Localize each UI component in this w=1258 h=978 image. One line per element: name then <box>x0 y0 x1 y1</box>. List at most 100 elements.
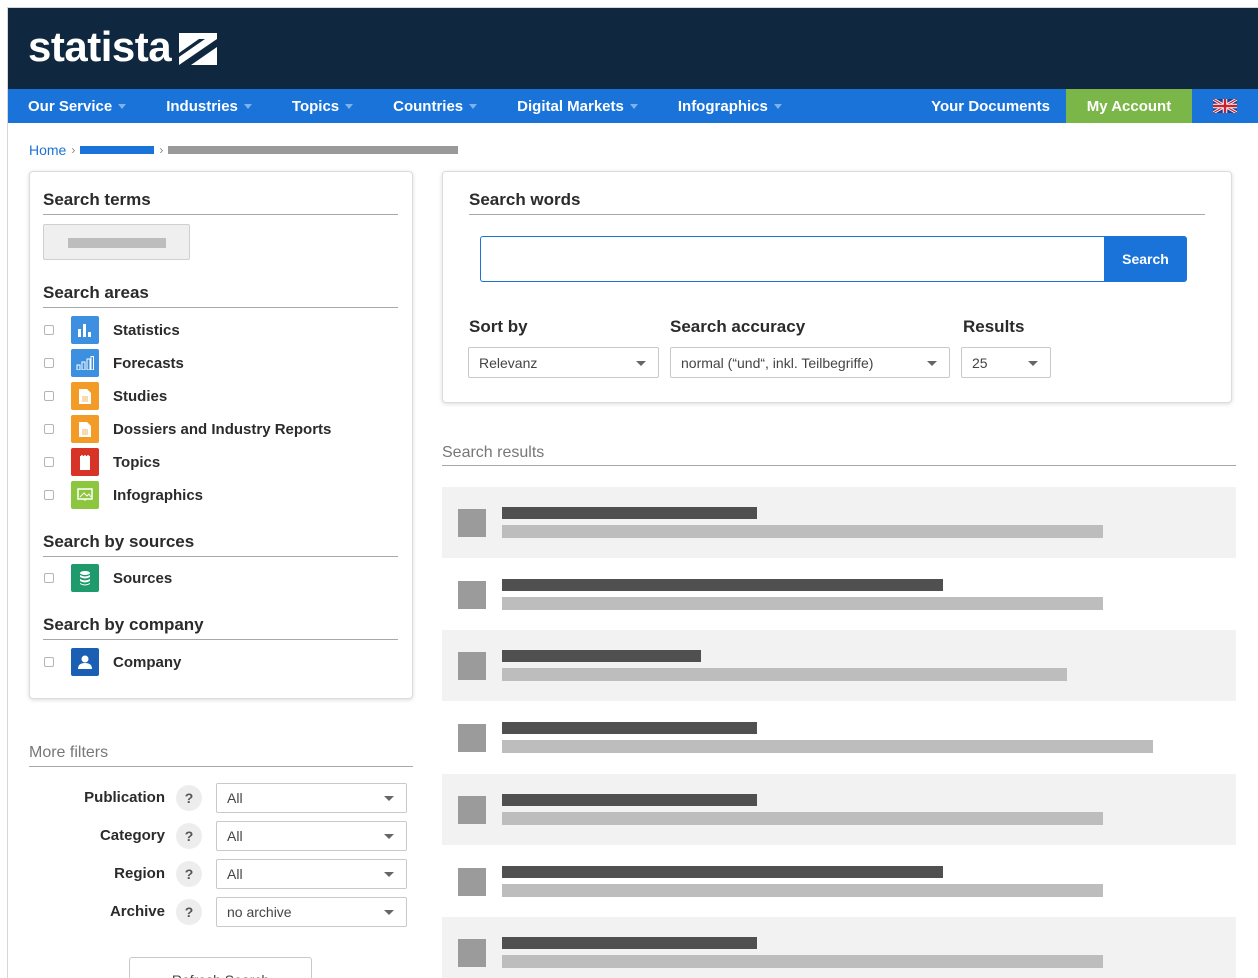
nav-right: Your Documents My Account <box>915 89 1258 123</box>
result-item[interactable] <box>442 702 1236 773</box>
checkbox[interactable] <box>44 424 54 434</box>
search-panel: Search words Search Sort by Search accur… <box>442 171 1232 403</box>
document-icon <box>71 382 99 410</box>
caret-down-icon <box>243 103 252 109</box>
breadcrumb-item[interactable] <box>80 146 155 154</box>
statista-logo[interactable]: statista <box>28 23 218 70</box>
result-title-placeholder[interactable] <box>502 579 943 591</box>
category-select[interactable]: All <box>216 821 407 851</box>
caret-down-icon <box>469 103 478 109</box>
publication-select[interactable]: All <box>216 783 407 813</box>
area-company[interactable]: Company <box>44 648 181 676</box>
your-documents-link[interactable]: Your Documents <box>915 89 1066 123</box>
sort-by-select[interactable]: Relevanz <box>468 347 659 378</box>
breadcrumb-separator: › <box>71 143 76 157</box>
nav-label: Industries <box>166 97 238 115</box>
image-icon <box>71 481 99 509</box>
nav-countries[interactable]: Countries <box>373 89 497 123</box>
result-title-placeholder[interactable] <box>502 650 701 662</box>
nav-topics[interactable]: Topics <box>272 89 373 123</box>
search-term-tag[interactable] <box>43 224 190 260</box>
checkbox[interactable] <box>44 325 54 335</box>
nav-industries[interactable]: Industries <box>146 89 272 123</box>
search-by-sources-title: Search by sources <box>43 532 398 557</box>
breadcrumb-current <box>168 146 459 154</box>
dropdown-arrow-icon <box>636 360 646 366</box>
forecast-chart-icon <box>71 349 99 377</box>
checkbox[interactable] <box>44 490 54 500</box>
nav-label: Countries <box>393 97 464 115</box>
dropdown-arrow-icon <box>927 360 937 366</box>
result-thumbnail <box>458 581 486 609</box>
result-title-placeholder[interactable] <box>502 937 757 949</box>
area-infographics[interactable]: Infographics <box>44 481 203 509</box>
result-item[interactable] <box>442 917 1236 978</box>
area-sources[interactable]: Sources <box>44 564 172 592</box>
results-count-select[interactable]: 25 <box>961 347 1051 378</box>
caret-down-icon <box>345 103 354 109</box>
result-item[interactable] <box>442 487 1236 558</box>
checkbox[interactable] <box>44 657 54 667</box>
select-value: no archive <box>227 904 292 920</box>
area-forecasts[interactable]: Forecasts <box>44 349 184 377</box>
search-accuracy-select[interactable]: normal (“und“, inkl. Teilbegriffe) <box>670 347 950 378</box>
search-by-company-title: Search by company <box>43 615 398 640</box>
document-icon <box>71 415 99 443</box>
result-item[interactable] <box>442 846 1236 917</box>
logo-mark-icon <box>179 33 218 65</box>
area-dossiers[interactable]: Dossiers and Industry Reports <box>44 415 331 443</box>
area-label: Statistics <box>113 321 180 339</box>
breadcrumb-home[interactable]: Home <box>29 142 66 158</box>
select-value: Relevanz <box>479 354 538 371</box>
checkbox[interactable] <box>44 391 54 401</box>
help-icon[interactable]: ? <box>176 861 202 887</box>
dropdown-arrow-icon <box>1028 360 1038 366</box>
result-title-placeholder[interactable] <box>502 866 943 878</box>
select-value: normal (“und“, inkl. Teilbegriffe) <box>681 354 874 371</box>
result-title-placeholder[interactable] <box>502 507 757 519</box>
filter-label: Region <box>114 865 165 882</box>
archive-select[interactable]: no archive <box>216 897 407 927</box>
dropdown-arrow-icon <box>384 834 394 839</box>
checkbox[interactable] <box>44 573 54 583</box>
checkbox[interactable] <box>44 457 54 467</box>
area-label: Company <box>113 653 182 671</box>
select-value: All <box>227 866 243 882</box>
search-input[interactable] <box>480 236 1105 282</box>
result-title-placeholder[interactable] <box>502 722 757 734</box>
nav-infographics[interactable]: Infographics <box>658 89 802 123</box>
area-statistics[interactable]: Statistics <box>44 316 180 344</box>
area-label: Forecasts <box>113 354 184 372</box>
more-filters-title: More filters <box>29 744 413 767</box>
help-icon[interactable]: ? <box>176 785 202 811</box>
result-item[interactable] <box>442 630 1236 701</box>
filter-archive: Archive ? no archive <box>29 897 413 927</box>
result-title-placeholder[interactable] <box>502 794 757 806</box>
area-topics[interactable]: Topics <box>44 448 160 476</box>
result-description-placeholder <box>502 812 1103 825</box>
checkbox[interactable] <box>44 358 54 368</box>
language-switch[interactable] <box>1192 89 1258 123</box>
nav-our-service[interactable]: Our Service <box>8 89 146 123</box>
filter-label: Category <box>99 827 165 844</box>
caret-down-icon <box>629 103 638 109</box>
my-account-button[interactable]: My Account <box>1066 89 1192 123</box>
help-icon[interactable]: ? <box>176 823 202 849</box>
filter-label: Publication <box>84 789 165 806</box>
region-select[interactable]: All <box>216 859 407 889</box>
search-button[interactable]: Search <box>1104 236 1187 282</box>
nav-label: Infographics <box>677 97 768 115</box>
filter-category: Category ? All <box>29 821 413 851</box>
nav-digital-markets[interactable]: Digital Markets <box>497 89 658 123</box>
result-thumbnail <box>458 796 486 824</box>
refresh-search-button[interactable]: Refresh Search <box>129 957 312 978</box>
result-item[interactable] <box>442 774 1236 845</box>
result-description-placeholder <box>502 955 1103 968</box>
area-studies[interactable]: Studies <box>44 382 167 410</box>
help-icon[interactable]: ? <box>176 899 202 925</box>
logo-text: statista <box>28 23 172 70</box>
select-value: All <box>227 790 243 806</box>
main-nav: Our Service Industries Topics Countries … <box>8 89 1258 123</box>
result-item[interactable] <box>442 559 1236 630</box>
result-thumbnail <box>458 939 486 967</box>
